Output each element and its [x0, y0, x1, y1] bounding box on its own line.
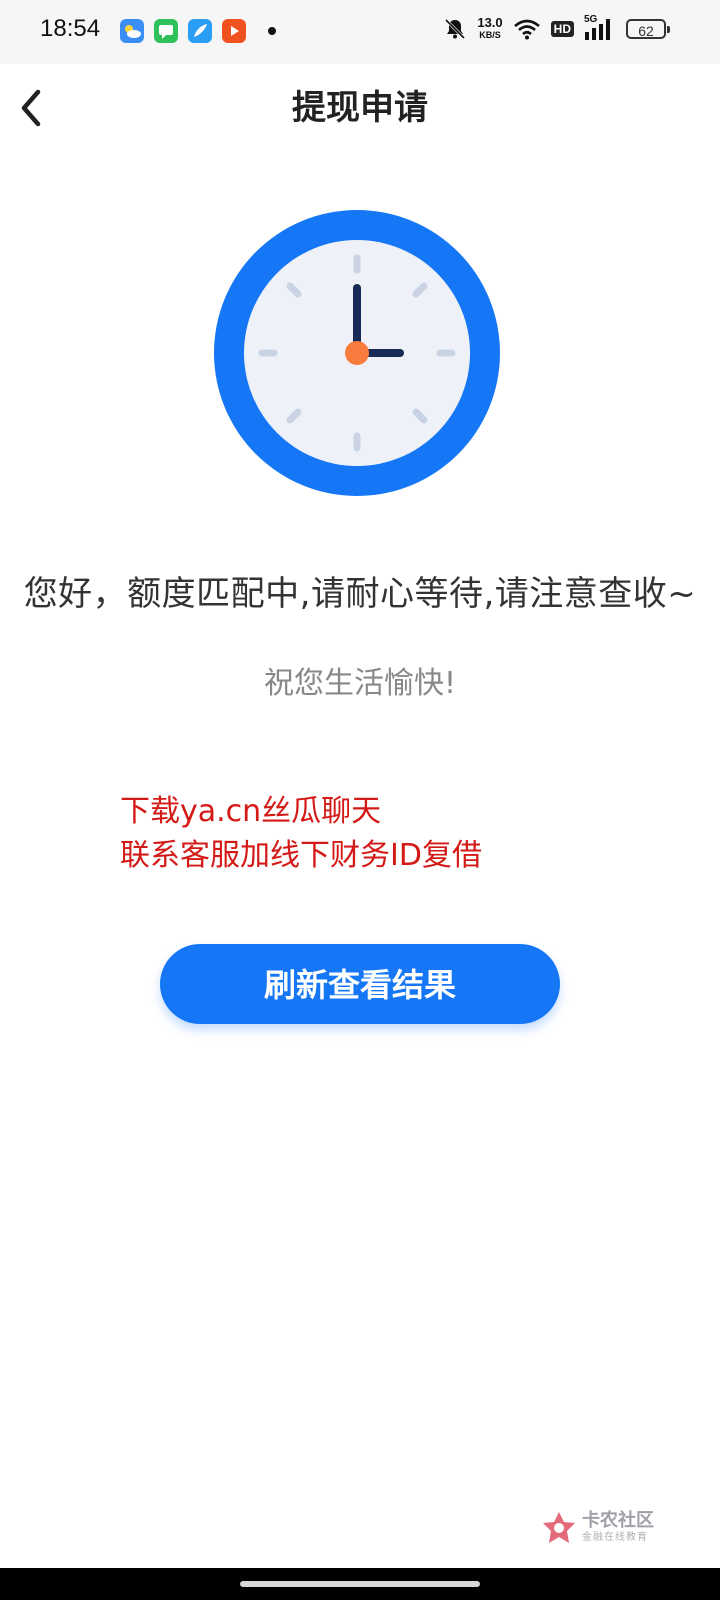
system-navigation-bar	[0, 1568, 720, 1600]
refresh-result-button[interactable]: 刷新查看结果	[160, 944, 560, 1024]
clock-icon	[214, 210, 500, 496]
back-button[interactable]	[12, 86, 52, 130]
weather-app-icon	[120, 19, 144, 43]
chevron-left-icon	[21, 89, 41, 127]
watermark-title: 卡农社区	[582, 1510, 654, 1531]
status-message: 您好，额度匹配中,请耐心等待,请注意查收~	[23, 574, 697, 614]
hd-voice-badge: HD	[550, 21, 574, 37]
notification-icons	[120, 19, 276, 43]
feather-app-icon	[188, 19, 212, 43]
more-notifications-dot	[268, 27, 276, 35]
status-time: 18:54	[40, 15, 101, 42]
greeting-message: 祝您生活愉快!	[263, 666, 457, 701]
cellular-signal-icon: 5G	[584, 14, 616, 42]
network-speed: 13.0 KB/S	[477, 15, 503, 41]
wifi-icon	[513, 19, 540, 40]
kanong-logo-icon	[543, 1512, 575, 1543]
network-speed-value: 13.0	[477, 15, 503, 30]
notice-line-2: 联系客服加线下财务ID复借	[120, 838, 482, 873]
status-bar: 18:54 13.0 KB/S HD 5G 62	[0, 0, 720, 64]
page-title: 提现申请	[292, 88, 428, 128]
home-indicator[interactable]	[240, 1581, 480, 1587]
battery-indicator: 62	[626, 19, 670, 39]
notice-line-1: 下载ya.cn丝瓜聊天	[120, 794, 382, 829]
video-app-icon	[222, 19, 246, 43]
red-notice: 下载ya.cn丝瓜聊天 联系客服加线下财务ID复借	[120, 790, 482, 878]
watermark: 卡农社区 金融在线教育	[540, 1510, 690, 1546]
system-indicators: 13.0 KB/S HD 5G 62	[443, 14, 670, 42]
watermark-subtitle: 金融在线教育	[582, 1532, 648, 1543]
network-speed-unit: KB/S	[479, 30, 501, 40]
mute-bell-icon	[445, 18, 466, 40]
messages-app-icon	[154, 19, 178, 43]
